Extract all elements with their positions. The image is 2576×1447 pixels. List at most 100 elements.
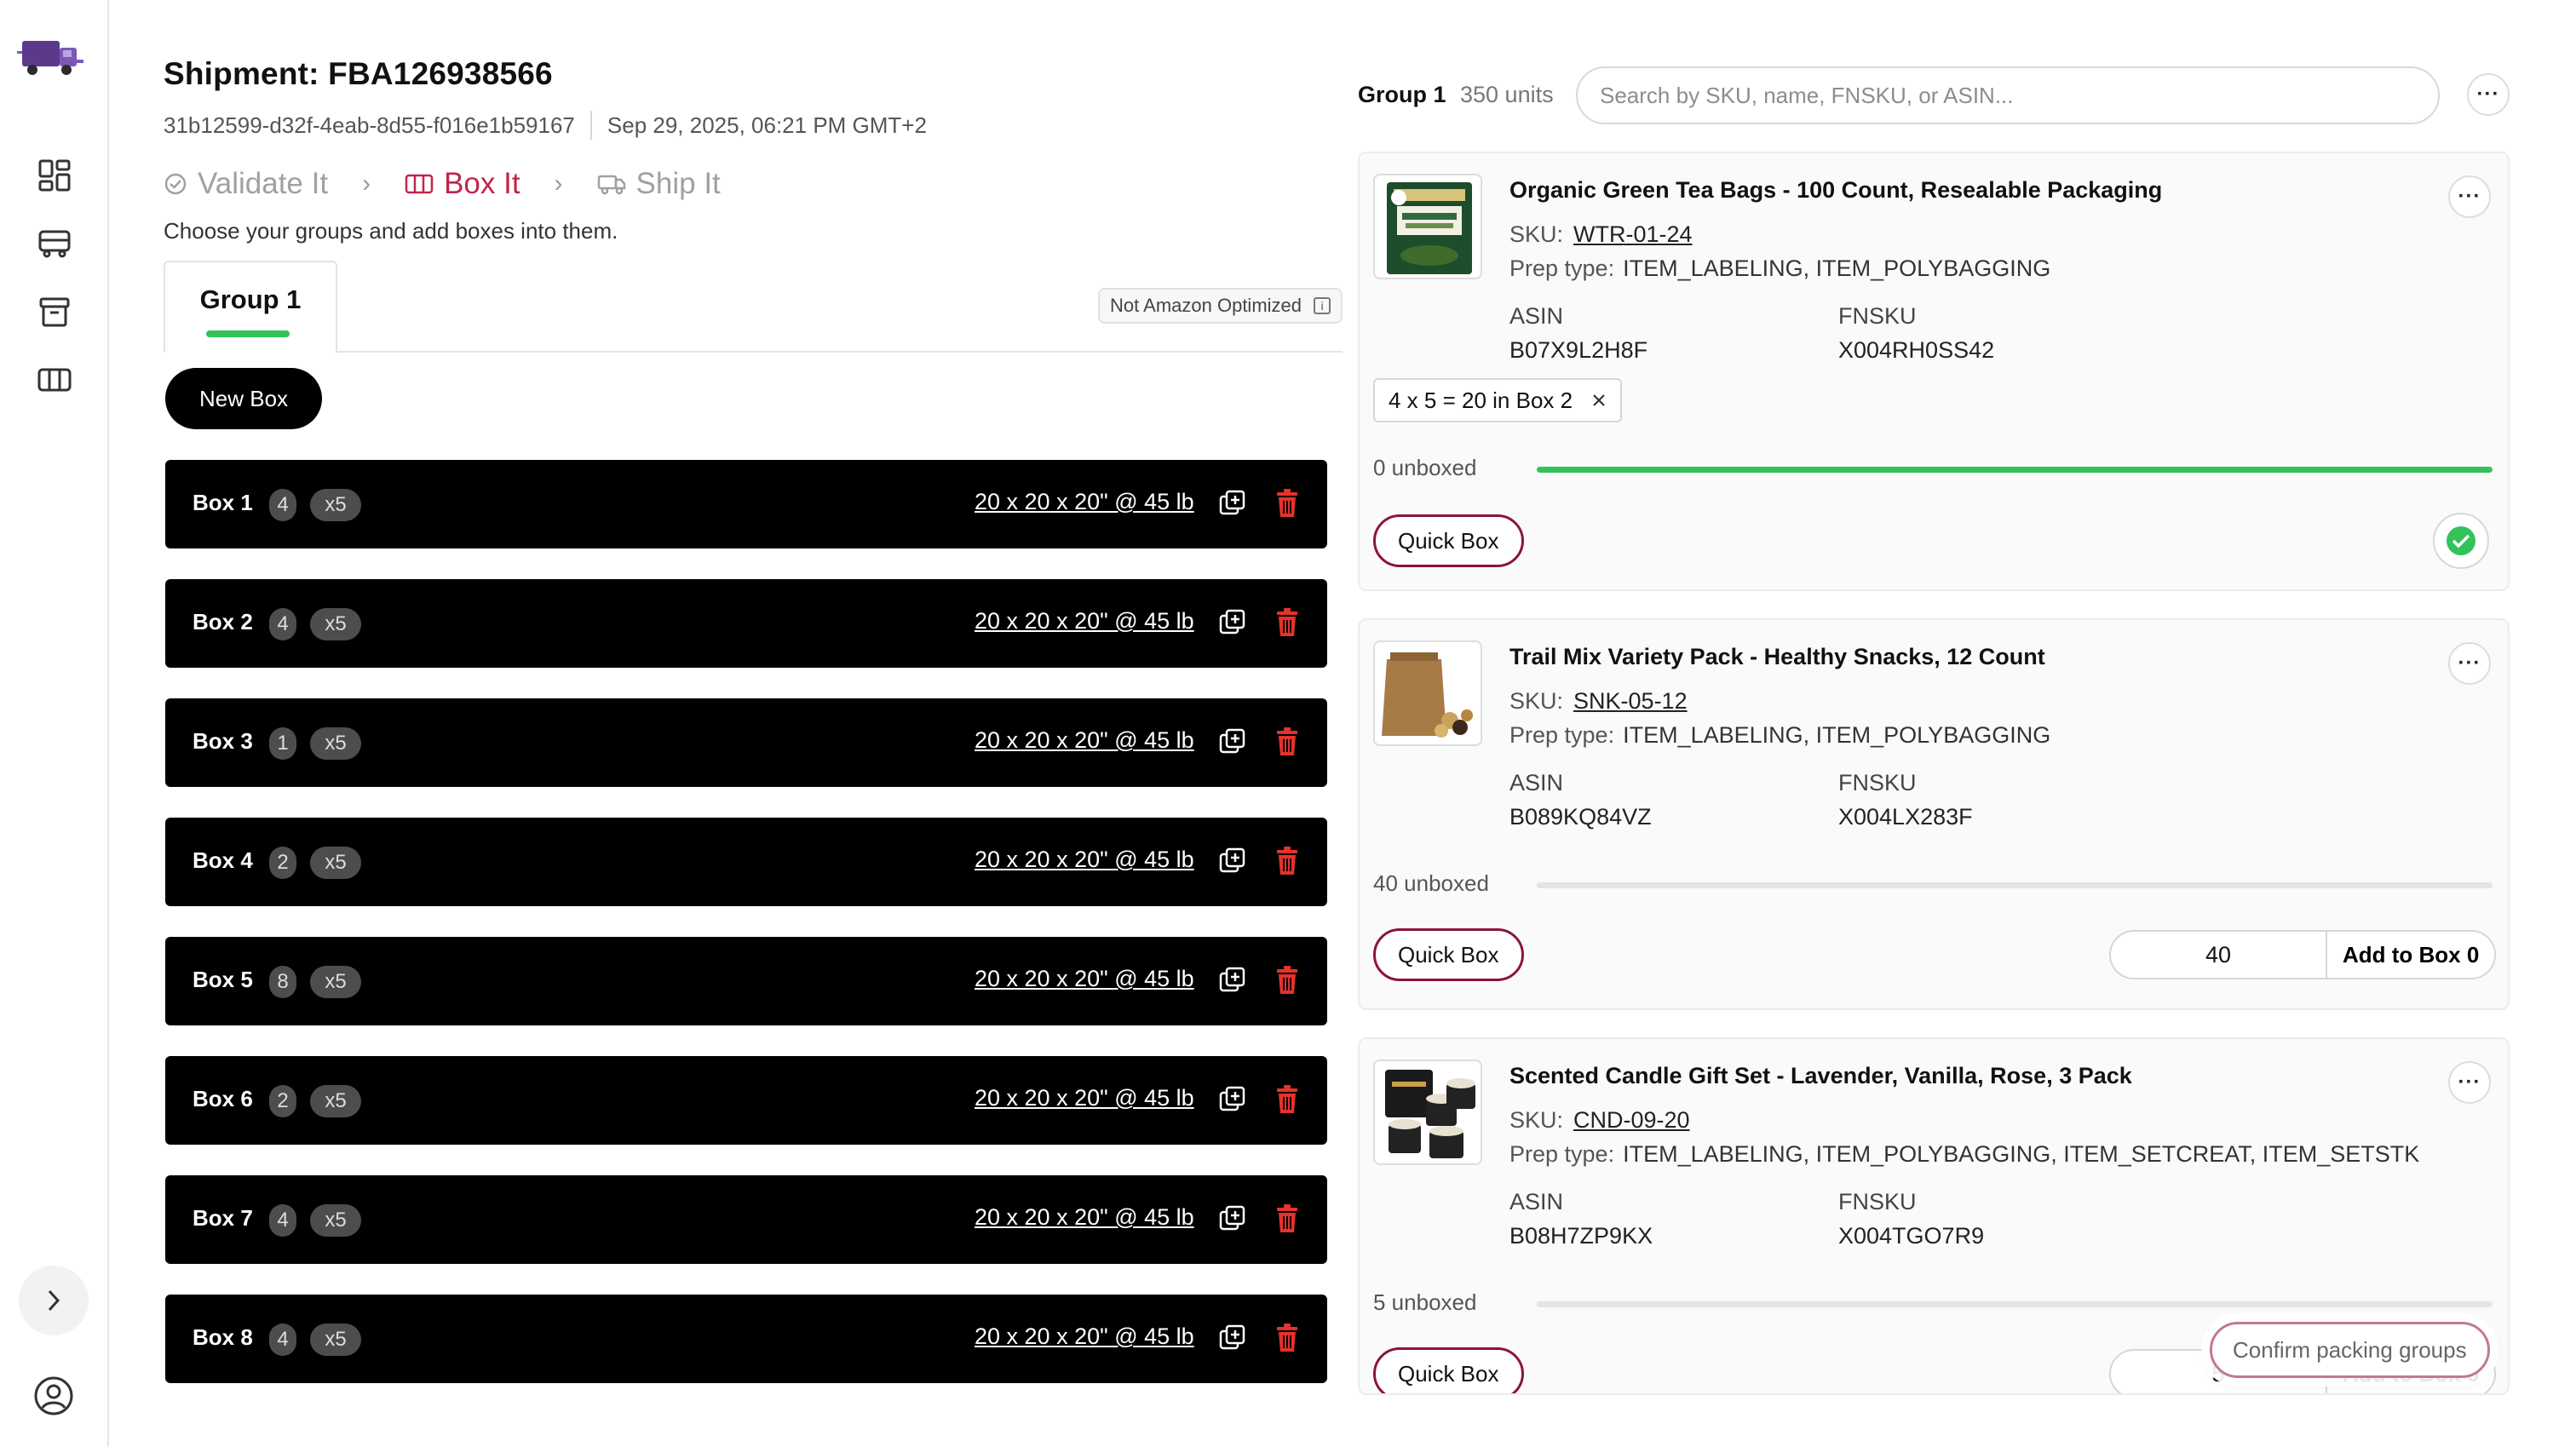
shipment-meta: 31b12599-d32f-4eab-8d55-f016e1b59167 Sep… [164, 111, 927, 140]
delete-box-icon[interactable] [1274, 726, 1300, 757]
duplicate-box-icon[interactable] [1218, 1324, 1247, 1352]
product-more-options-button[interactable]: ··· [2448, 642, 2491, 685]
sku-link[interactable]: CND-09-20 [1573, 1107, 1690, 1133]
product-more-options-button[interactable]: ··· [2448, 175, 2491, 218]
close-icon[interactable] [1591, 393, 1607, 408]
more-options-button[interactable]: ··· [2467, 73, 2510, 116]
asin-label: ASIN [1509, 303, 1564, 329]
info-icon: i [1314, 297, 1331, 314]
box-row[interactable]: Box 4 2 x5 20 x 20 x 20" @ 45 lb [165, 818, 1327, 906]
expand-sidebar-button[interactable] [19, 1266, 89, 1335]
box-dimensions-link[interactable]: 20 x 20 x 20" @ 45 lb [975, 1324, 1194, 1350]
box-dimensions-link[interactable]: 20 x 20 x 20" @ 45 lb [975, 608, 1194, 634]
fnsku-value: X004LX283F [1838, 804, 1973, 830]
delete-box-icon[interactable] [1274, 1203, 1300, 1234]
fnsku-label: FNSKU [1838, 770, 1917, 795]
box-dimensions-link[interactable]: 20 x 20 x 20" @ 45 lb [975, 489, 1194, 515]
box-row[interactable]: Box 8 4 x5 20 x 20 x 20" @ 45 lb [165, 1295, 1327, 1383]
shipping-truck-icon[interactable] [34, 223, 75, 264]
box-multiplier-badge: x5 [310, 1324, 361, 1356]
box-dimensions-link[interactable]: 20 x 20 x 20" @ 45 lb [975, 1085, 1194, 1111]
delete-box-icon[interactable] [1274, 1084, 1300, 1115]
box-labels-icon[interactable] [34, 359, 75, 400]
prep-label: Prep type: [1509, 1141, 1615, 1167]
delete-box-icon[interactable] [1274, 1323, 1300, 1353]
box-dimensions-link[interactable]: 20 x 20 x 20" @ 45 lb [975, 966, 1194, 992]
duplicate-box-icon[interactable] [1218, 727, 1247, 756]
duplicate-box-icon[interactable] [1218, 1085, 1247, 1114]
chevron-right-icon: › [362, 169, 371, 198]
asin-value: B08H7ZP9KX [1509, 1223, 1653, 1249]
prep-label: Prep type: [1509, 256, 1615, 281]
confirm-packing-groups-button[interactable]: Confirm packing groups [2210, 1322, 2490, 1378]
quick-box-button[interactable]: Quick Box [1373, 514, 1524, 567]
step-ship-label: Ship It [635, 167, 721, 200]
product-thumbnail-image [1375, 642, 1481, 744]
fnsku-label: FNSKU [1838, 303, 1917, 329]
unboxed-progress-bar [1537, 882, 2493, 888]
new-box-button[interactable]: New Box [165, 368, 323, 429]
box-row[interactable]: Box 6 2 x5 20 x 20 x 20" @ 45 lb [165, 1056, 1327, 1145]
duplicate-box-icon[interactable] [1218, 489, 1247, 518]
box-label: Box 3 [193, 728, 253, 754]
box-row[interactable]: Box 3 1 x5 20 x 20 x 20" @ 45 lb [165, 698, 1327, 787]
step-box[interactable]: Box It [405, 167, 520, 201]
step-validate[interactable]: Validate It [164, 167, 328, 201]
user-profile-icon[interactable] [32, 1375, 75, 1417]
not-amazon-optimized-badge[interactable]: Not Amazon Optimized i [1098, 288, 1343, 324]
product-sku: SKU: SNK-05-12 [1509, 688, 1688, 715]
group-tabs: Group 1 Not Amazon Optimized i [164, 261, 1343, 353]
box-dimensions-link[interactable]: 20 x 20 x 20" @ 45 lb [975, 847, 1194, 873]
archive-icon[interactable] [34, 291, 75, 332]
product-image [1373, 640, 1482, 746]
asin-label: ASIN [1509, 1189, 1564, 1214]
box-dimensions-link[interactable]: 20 x 20 x 20" @ 45 lb [975, 1204, 1194, 1231]
tab-group-1[interactable]: Group 1 [164, 261, 337, 353]
delete-box-icon[interactable] [1274, 607, 1300, 638]
quick-box-button[interactable]: Quick Box [1373, 928, 1524, 981]
unboxed-progress-bar [1537, 467, 2493, 473]
duplicate-box-icon[interactable] [1218, 608, 1247, 637]
step-indicator: Validate It › Box It › Ship It [164, 167, 721, 201]
box-row[interactable]: Box 7 4 x5 20 x 20 x 20" @ 45 lb [165, 1175, 1327, 1264]
truck-logo-icon[interactable] [17, 34, 89, 80]
shipment-date: Sep 29, 2025, 06:21 PM GMT+2 [607, 112, 927, 138]
fnsku-label: FNSKU [1838, 1189, 1917, 1214]
add-to-box-button[interactable]: Add to Box 0 [2326, 932, 2495, 978]
unboxed-count: 5 unboxed [1373, 1289, 1477, 1315]
box-row[interactable]: Box 1 4 x5 20 x 20 x 20" @ 45 lb [165, 460, 1327, 548]
sku-link[interactable]: WTR-01-24 [1573, 221, 1693, 247]
fnsku-value: X004RH0SS42 [1838, 337, 1995, 363]
duplicate-box-icon[interactable] [1218, 1204, 1247, 1233]
delete-box-icon[interactable] [1274, 965, 1300, 996]
box-item-count-badge: 8 [269, 966, 296, 998]
box-multiplier-badge: x5 [310, 1085, 361, 1117]
group-label: Group 1 [1358, 82, 1446, 107]
box-row[interactable]: Box 5 8 x5 20 x 20 x 20" @ 45 lb [165, 937, 1327, 1025]
box-row[interactable]: Box 2 4 x5 20 x 20 x 20" @ 45 lb [165, 579, 1327, 668]
sku-link[interactable]: SNK-05-12 [1573, 688, 1688, 714]
product-image [1373, 1059, 1482, 1165]
product-thumbnail-image [1375, 1061, 1481, 1163]
product-prep-type: Prep type: ITEM_LABELING, ITEM_POLYBAGGIN… [1509, 256, 2050, 282]
quick-box-button[interactable]: Quick Box [1373, 1347, 1524, 1393]
prep-value: ITEM_LABELING, ITEM_POLYBAGGING [1623, 722, 2051, 748]
box-item-count-badge: 4 [269, 1204, 296, 1237]
delete-box-icon[interactable] [1274, 846, 1300, 876]
search-input[interactable] [1576, 66, 2440, 124]
prep-value: ITEM_LABELING, ITEM_POLYBAGGING [1623, 256, 2051, 281]
box-allocation-chip[interactable]: 4 x 5 = 20 in Box 2 [1373, 378, 1623, 422]
duplicate-box-icon[interactable] [1218, 847, 1247, 876]
box-item-count-badge: 4 [269, 489, 296, 521]
dashboard-grid-icon[interactable] [34, 155, 75, 196]
step-ship[interactable]: Ship It [597, 167, 721, 201]
delete-box-icon[interactable] [1274, 488, 1300, 519]
duplicate-box-icon[interactable] [1218, 966, 1247, 995]
product-more-options-button[interactable]: ··· [2448, 1061, 2491, 1104]
chevron-right-icon [48, 1289, 60, 1312]
product-name: Scented Candle Gift Set - Lavender, Vani… [1509, 1063, 2132, 1088]
quantity-input[interactable] [2111, 932, 2326, 978]
box-label: Box 8 [193, 1324, 253, 1350]
box-multiplier-badge: x5 [310, 1204, 361, 1237]
box-dimensions-link[interactable]: 20 x 20 x 20" @ 45 lb [975, 727, 1194, 754]
